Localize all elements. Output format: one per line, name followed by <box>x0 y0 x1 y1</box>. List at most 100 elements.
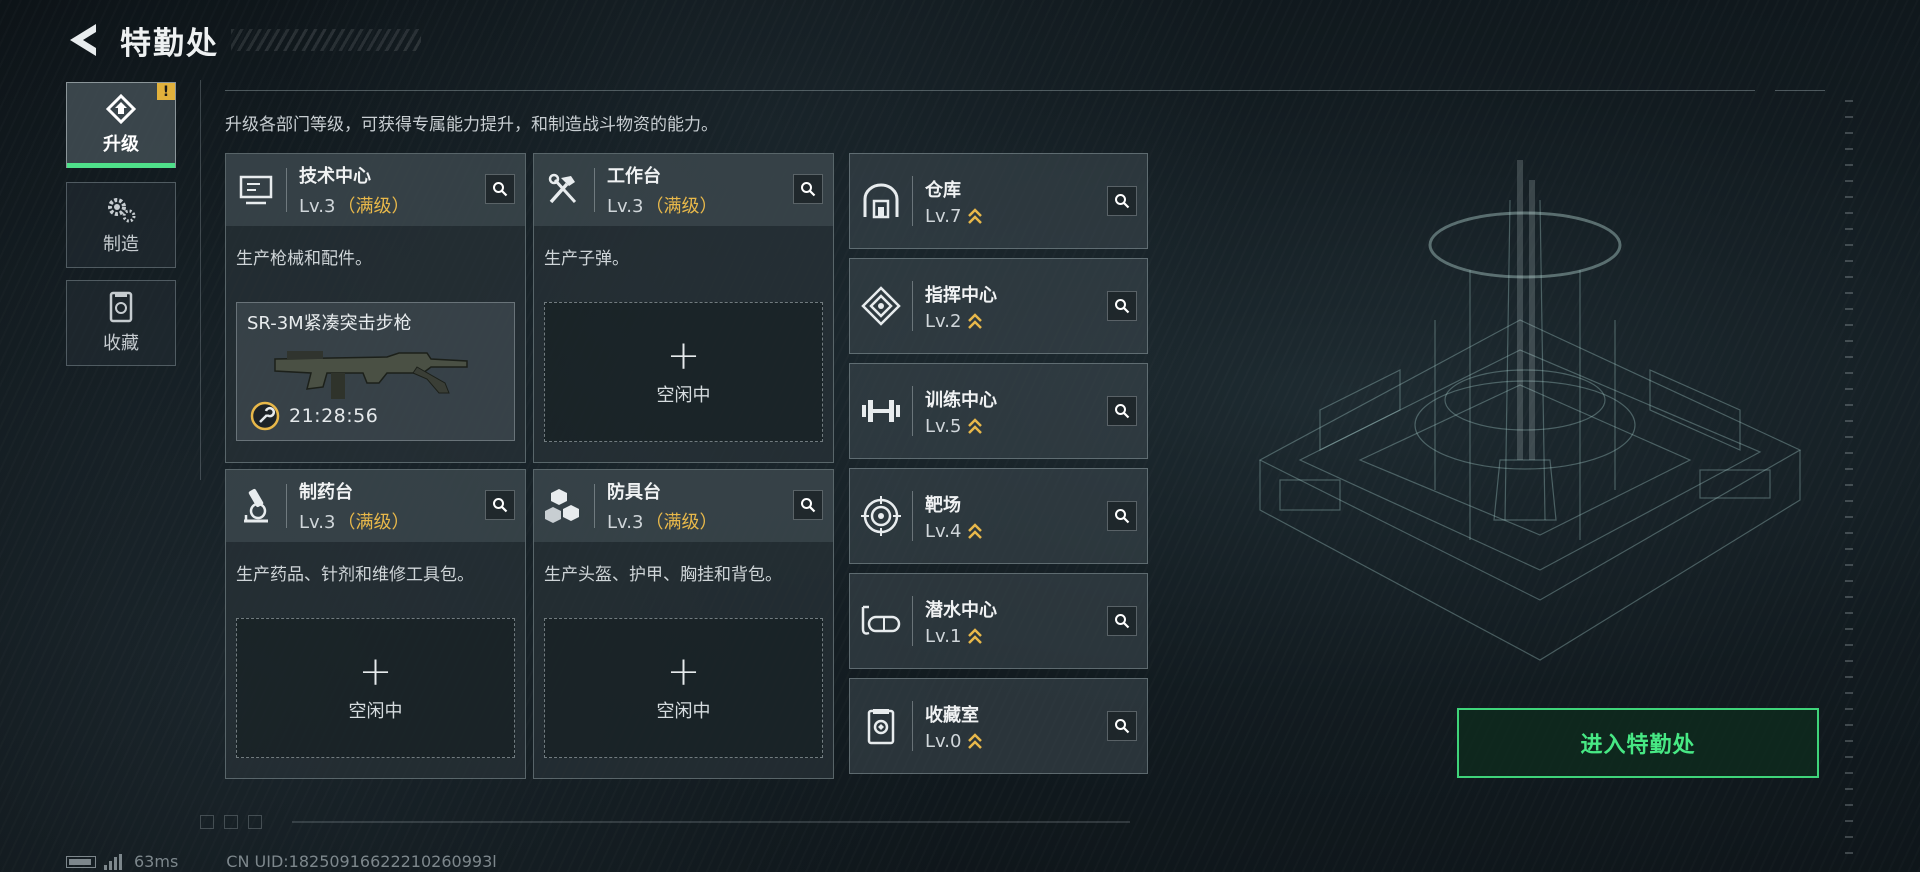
enter-special-ops-button[interactable]: 进入特勤处 <box>1457 708 1819 778</box>
max-level-tag: （满级） <box>645 196 718 217</box>
wrench-timer-icon <box>250 401 280 431</box>
production-slot-idle[interactable]: + 空闲中 <box>544 618 823 758</box>
search-icon <box>1115 614 1130 629</box>
production-slot-idle[interactable]: + 空闲中 <box>236 618 515 758</box>
facility-description: 生产药品、针剂和维修工具包。 <box>236 565 474 585</box>
facility-diving-center[interactable]: 潜水中心 Lv.1 <box>849 573 1148 669</box>
inspect-button[interactable] <box>485 490 515 520</box>
facility-name: 训练中心 <box>925 389 997 411</box>
facility-level: Lv.7 <box>925 206 983 227</box>
facility-shooting-range[interactable]: 靶场 Lv.4 <box>849 468 1148 564</box>
inspect-button[interactable] <box>1107 396 1137 426</box>
tab-upgrade[interactable]: ! 升级 <box>66 82 176 168</box>
search-icon <box>1115 719 1130 734</box>
add-icon: + <box>358 649 393 695</box>
production-card-armor: 防具台 Lv.3 （满级） 生产头盔、护甲、胸挂和背包。 + 空闲中 <box>533 469 834 779</box>
level-value: Lv.4 <box>925 520 962 542</box>
warehouse-icon <box>850 153 912 249</box>
rifle-image <box>274 351 468 399</box>
divider-horizontal-end <box>1775 90 1825 91</box>
gears-icon <box>108 198 136 223</box>
facility-name: 仓库 <box>925 179 961 201</box>
tab-label: 升级 <box>103 134 139 155</box>
facility-command-center[interactable]: 指挥中心 Lv.2 <box>849 258 1148 354</box>
upgrade-chevron-icon <box>968 418 983 434</box>
inspect-button[interactable] <box>1107 606 1137 636</box>
command-icon <box>850 258 912 354</box>
row-separator <box>912 281 913 331</box>
search-icon <box>801 498 816 513</box>
back-arrow-icon <box>70 24 96 56</box>
facility-name: 防具台 <box>607 482 661 503</box>
tab-label: 收藏 <box>103 333 139 354</box>
status-bar: 63ms CN UID:18250916622210260993l <box>66 852 497 871</box>
max-level-tag: （满级） <box>337 512 410 533</box>
facility-level: Lv.2 <box>925 311 997 332</box>
inspect-button[interactable] <box>485 174 515 204</box>
upgrade-chevron-icon <box>968 313 983 329</box>
production-slot-busy[interactable]: SR-3M紧凑突击步枪 21:28:56 <box>236 302 515 441</box>
inspect-button[interactable] <box>793 490 823 520</box>
inspect-button[interactable] <box>793 174 823 204</box>
alert-badge: ! <box>157 83 175 100</box>
page-title: 特勤处 <box>120 25 219 62</box>
facility-description: 生产子弹。 <box>544 249 629 269</box>
header-separator <box>594 484 595 528</box>
max-level-tag: （满级） <box>645 512 718 533</box>
level-value: Lv.3 <box>607 512 644 533</box>
facility-collection-room[interactable]: 收藏室 Lv.0 <box>849 678 1148 774</box>
level-value: Lv.3 <box>299 196 336 217</box>
side-scale-decoration <box>1845 100 1853 860</box>
upgrade-icon <box>105 94 137 124</box>
level-value: Lv.7 <box>925 205 962 227</box>
inspect-button[interactable] <box>1107 291 1137 321</box>
facility-level: Lv.3 （满级） <box>299 192 409 218</box>
production-card-workbench: 工作台 Lv.3 （满级） 生产子弹。 + 空闲中 <box>533 153 834 463</box>
facility-name: 指挥中心 <box>925 284 997 306</box>
level-value: Lv.3 <box>607 196 644 217</box>
search-icon <box>1115 404 1130 419</box>
production-card-tech-center: 技术中心 Lv.3 （满级） 生产枪械和配件。 SR-3M紧凑突击步枪 21:28… <box>225 153 526 463</box>
facility-level: Lv.0 <box>925 731 983 752</box>
search-icon <box>1115 194 1130 209</box>
back-button[interactable] <box>66 20 100 60</box>
inspect-button[interactable] <box>1107 501 1137 531</box>
max-level-tag: （满级） <box>337 196 410 217</box>
facility-name: 潜水中心 <box>925 599 997 621</box>
facility-training-center[interactable]: 训练中心 Lv.5 <box>849 363 1148 459</box>
level-value: Lv.5 <box>925 415 962 437</box>
facility-description: 生产头盔、护甲、胸挂和背包。 <box>544 565 782 585</box>
search-icon <box>801 182 816 197</box>
tab-label: 制造 <box>103 234 139 255</box>
facility-level: Lv.3 （满级） <box>299 508 409 534</box>
row-separator <box>912 596 913 646</box>
battery-icon <box>66 855 96 868</box>
facility-name: 收藏室 <box>925 704 979 726</box>
armor-blocks-icon <box>534 470 594 542</box>
dumbbell-icon <box>850 363 912 459</box>
headquarters-wireframe-image <box>1258 160 1802 661</box>
inspect-button[interactable] <box>1107 711 1137 741</box>
production-slot-idle[interactable]: + 空闲中 <box>544 302 823 442</box>
timer-text: 21:28:56 <box>289 405 379 427</box>
upgrade-chevron-icon <box>968 733 983 749</box>
title-decoration <box>231 29 421 51</box>
collection-room-icon <box>850 678 912 774</box>
tab-craft[interactable]: 制造 <box>66 182 176 268</box>
level-value: Lv.1 <box>925 625 962 647</box>
divider-vertical <box>200 80 201 480</box>
facility-level: Lv.1 <box>925 626 997 647</box>
tab-collection[interactable]: 收藏 <box>66 280 176 366</box>
slot-status: 空闲中 <box>656 701 711 722</box>
bottom-decoration <box>200 815 1130 829</box>
uid-text: CN UID:18250916622210260993l <box>226 852 497 871</box>
hammer-wrench-icon <box>534 154 594 226</box>
row-separator <box>912 176 913 226</box>
facility-warehouse[interactable]: 仓库 Lv.7 <box>849 153 1148 249</box>
facility-name: 工作台 <box>607 166 661 187</box>
signal-icon <box>104 853 122 870</box>
computer-icon <box>226 154 286 226</box>
search-icon <box>493 182 508 197</box>
inspect-button[interactable] <box>1107 186 1137 216</box>
add-icon: + <box>666 333 701 379</box>
